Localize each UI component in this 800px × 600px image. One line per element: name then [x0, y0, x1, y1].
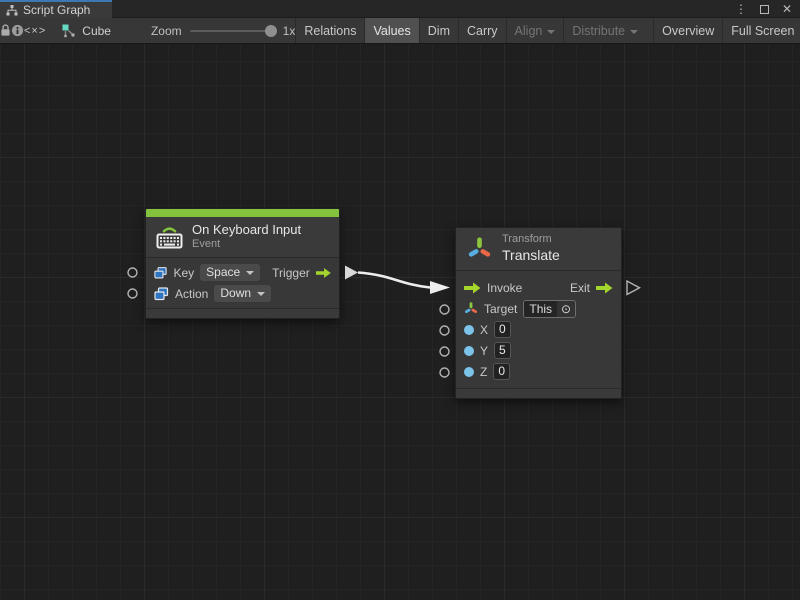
full-screen-button[interactable]: Full Screen — [722, 18, 800, 43]
graph-asset-icon — [62, 24, 76, 38]
graph-target[interactable]: Cube — [62, 18, 111, 43]
dim-button[interactable]: Dim — [419, 18, 458, 43]
chevron-down-icon — [630, 30, 638, 34]
values-button[interactable]: Values — [364, 18, 418, 43]
y-input-port[interactable] — [440, 347, 449, 356]
graph-canvas[interactable]: On Keyboard Input Event Key Space Trigge… — [0, 44, 800, 599]
target-input-port[interactable] — [440, 305, 449, 314]
align-button[interactable]: Align — [506, 18, 564, 43]
info-icon — [11, 24, 24, 37]
info-button[interactable] — [11, 18, 24, 43]
relations-button[interactable]: Relations — [295, 18, 364, 43]
zoom-value: 1x — [283, 24, 296, 38]
zoom-control: Zoom 1x — [151, 18, 295, 43]
more-icon[interactable]: ⋮ — [735, 0, 747, 18]
zoom-label: Zoom — [151, 24, 182, 38]
key-input-port[interactable] — [128, 268, 137, 277]
wire-arrowhead — [430, 281, 450, 294]
wire-trigger-to-invoke[interactable] — [358, 273, 430, 288]
zoom-slider-knob[interactable] — [265, 25, 277, 37]
target-name: Cube — [82, 24, 111, 38]
window-titlebar: Script Graph ⋮ ✕ — [0, 0, 800, 18]
toolbar-buttons: Relations Values Dim Carry Align Distrib… — [295, 18, 800, 43]
z-input-port[interactable] — [440, 368, 449, 377]
lock-icon — [0, 24, 11, 37]
script-graph-icon — [6, 5, 18, 16]
chevron-down-icon — [547, 30, 555, 34]
lock-button[interactable] — [0, 18, 11, 43]
maximize-icon[interactable] — [760, 5, 769, 14]
zoom-slider[interactable] — [190, 30, 275, 32]
code-view-button[interactable]: <×> — [24, 18, 46, 43]
carry-button[interactable]: Carry — [458, 18, 506, 43]
distribute-button[interactable]: Distribute — [563, 18, 646, 43]
window-controls: ⋮ ✕ — [735, 0, 792, 18]
graph-toolbar: <×> Cube Zoom 1x Relations Values Dim Ca… — [0, 18, 800, 44]
action-input-port[interactable] — [128, 289, 137, 298]
trigger-output-port[interactable] — [345, 266, 358, 280]
tab-script-graph[interactable]: Script Graph — [0, 0, 112, 18]
overview-button[interactable]: Overview — [653, 18, 722, 43]
code-icon: <×> — [24, 25, 46, 37]
tab-label: Script Graph — [23, 3, 90, 17]
connections-overlay — [0, 44, 800, 599]
x-input-port[interactable] — [440, 326, 449, 335]
exit-output-port[interactable] — [627, 281, 640, 295]
close-icon[interactable]: ✕ — [782, 0, 792, 18]
